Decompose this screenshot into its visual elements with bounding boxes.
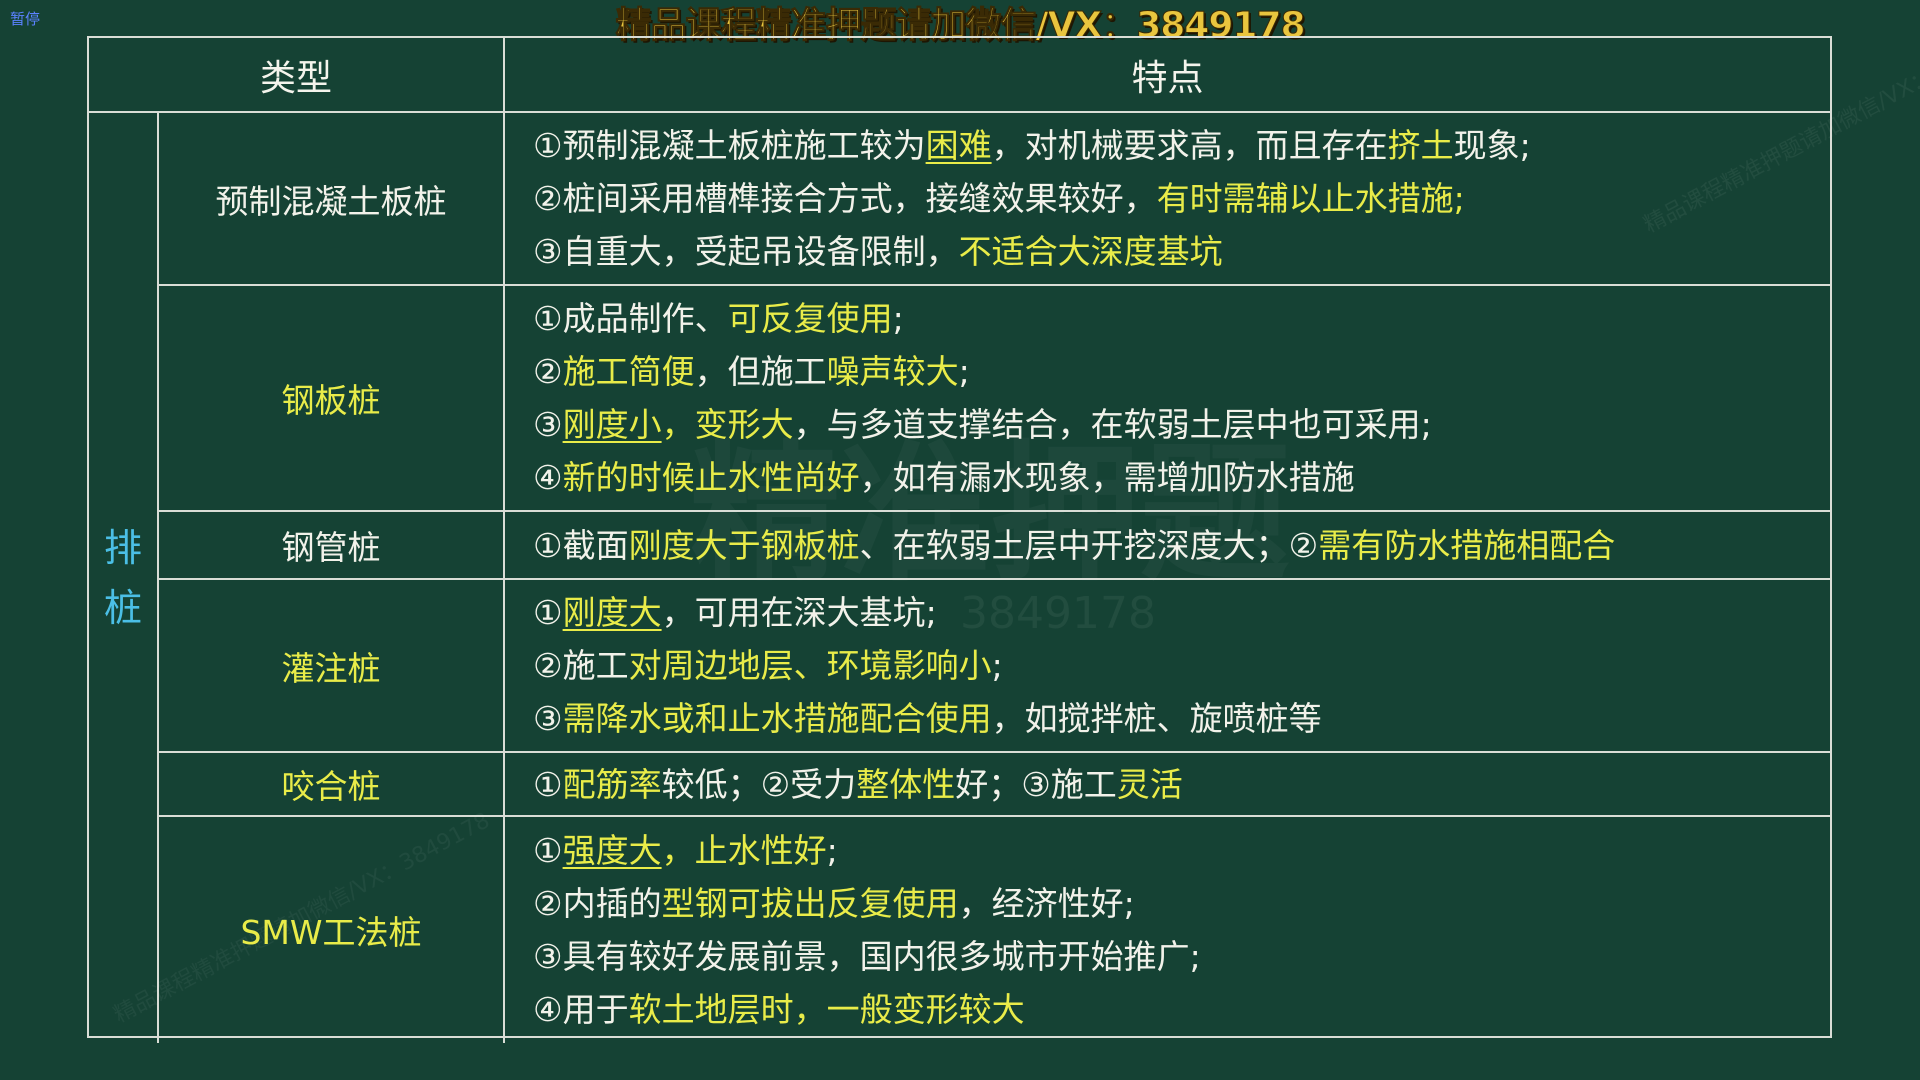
features-cell: ①成品制作、可反复使用; ②施工简便，但施工噪声较大; ③刚度小，变形大，与多道支撑… <box>505 286 1830 512</box>
feature-text: ①预制混凝土板桩施工较为 <box>533 126 926 165</box>
highlighted-text: 噪声较大 <box>826 352 959 391</box>
pile-type-table: 类型 特点 排 桩 预制混凝土板桩 ①预制混凝土板桩施工较为困难，对机械要求高，… <box>87 36 1832 1043</box>
feature-text: ，如有漏水现象，需增加防水措施 <box>859 458 1355 497</box>
highlighted-text: 可反复使用 <box>727 299 893 338</box>
type-cell: 咬合桩 <box>159 753 505 817</box>
header-features: 特点 <box>505 38 1830 113</box>
feature-line: ②施工简便，但施工噪声较大; <box>533 345 970 398</box>
feature-line: ①截面刚度大于钢板桩、在软弱土层中开挖深度大；②需有防水措施相配合 <box>533 519 1615 572</box>
feature-text: ; <box>991 646 1003 685</box>
feature-text: ，与多道支撑结合，在软弱土层中也可采用; <box>793 405 1432 444</box>
feature-text: 、在软弱土层中开挖深度大；② <box>859 525 1319 565</box>
feature-text: ，对机械要求高，而且存在 <box>991 126 1388 165</box>
feature-text: ③自重大，受起吊设备限制， <box>533 232 959 271</box>
feature-text: ① <box>533 764 563 804</box>
feature-text: ①截面 <box>533 525 629 565</box>
feature-text: ，如搅拌桩、旋喷桩等 <box>991 699 1322 738</box>
feature-line: ①配筋率较低；②受力整体性好；③施工灵活 <box>533 758 1183 811</box>
feature-text: ，经济性好; <box>958 884 1135 923</box>
feature-text: ④ <box>533 458 563 497</box>
highlighted-text: 刚度大于钢板桩 <box>628 525 860 565</box>
features-cell: ①刚度大，可用在深大基坑; ②施工对周边地层、环境影响小; ③需降水或和止水措施配合… <box>505 580 1830 753</box>
feature-text: ，可用在深大基坑; <box>661 593 937 632</box>
features-cell: ①配筋率较低；②受力整体性好；③施工灵活 <box>505 753 1830 817</box>
feature-line: ③自重大，受起吊设备限制，不适合大深度基坑 <box>533 225 1223 278</box>
highlighted-text: 整体性 <box>856 764 956 804</box>
type-cell: 灌注桩 <box>159 580 505 753</box>
feature-line: ②施工对周边地层、环境影响小; <box>533 639 1003 692</box>
feature-text: ②内插的 <box>533 884 662 923</box>
feature-line: ①预制混凝土板桩施工较为困难，对机械要求高，而且存在挤土现象; <box>533 119 1531 172</box>
feature-text: ; <box>958 352 970 391</box>
feature-line: ②内插的型钢可拔出反复使用，经济性好; <box>533 877 1135 930</box>
type-cell: 钢板桩 <box>159 286 505 512</box>
highlighted-text: 软土地层时，一般变形较大 <box>628 990 1025 1029</box>
feature-text: ④用于 <box>533 990 629 1029</box>
feature-text: ① <box>533 831 563 870</box>
highlighted-text: 有时需辅以止水措施; <box>1156 179 1465 218</box>
highlighted-text: ， <box>661 831 695 870</box>
highlighted-text: 需有防水措施相配合 <box>1318 525 1616 565</box>
features-cell: ①强度大，止水性好; ②内插的型钢可拔出反复使用，经济性好; ③具有较好发展前景，国… <box>505 817 1830 1043</box>
feature-text: ③ <box>533 699 563 738</box>
highlighted-text: 新的时候止水性尚好 <box>562 458 860 497</box>
highlighted-text: 配筋率 <box>562 764 662 804</box>
highlighted-text: ， <box>661 405 695 444</box>
highlighted-text: 刚度大 <box>562 593 662 632</box>
feature-text: ; <box>826 831 838 870</box>
category-char: 排 <box>103 526 142 570</box>
type-cell: 预制混凝土板桩 <box>159 113 505 286</box>
highlighted-text: 需降水或和止水措施配合使用 <box>562 699 992 738</box>
feature-text: ，但施工 <box>694 352 827 391</box>
highlighted-text: 困难 <box>925 126 992 165</box>
type-cell: SMW工法桩 <box>159 817 505 1043</box>
highlighted-text: 对周边地层、环境影响小 <box>628 646 992 685</box>
highlighted-text: 灵活 <box>1116 764 1183 804</box>
header-type: 类型 <box>89 38 505 113</box>
highlighted-text: 挤土 <box>1387 126 1454 165</box>
feature-line: ①刚度大，可用在深大基坑; <box>533 586 937 639</box>
feature-text: 现象; <box>1453 126 1531 165</box>
category-char: 桩 <box>103 586 142 630</box>
features-cell: ①预制混凝土板桩施工较为困难，对机械要求高，而且存在挤土现象; ②桩间采用槽榫接合… <box>505 113 1830 286</box>
feature-line: ②桩间采用槽榫接合方式，接缝效果较好，有时需辅以止水措施; <box>533 172 1465 225</box>
feature-line: ③刚度小，变形大，与多道支撑结合，在软弱土层中也可采用; <box>533 398 1432 451</box>
features-cell: ①截面刚度大于钢板桩、在软弱土层中开挖深度大；②需有防水措施相配合 <box>505 512 1830 580</box>
feature-text: ①成品制作、 <box>533 299 728 338</box>
feature-text: ②施工 <box>533 646 629 685</box>
highlighted-text: 强度大 <box>562 831 662 870</box>
highlighted-text: 变形大 <box>694 405 794 444</box>
feature-line: ③具有较好发展前景，国内很多城市开始推广; <box>533 930 1201 983</box>
feature-text: ① <box>533 593 563 632</box>
category-cell: 排 桩 <box>89 113 159 1043</box>
highlighted-text: 刚度小 <box>562 405 662 444</box>
feature-text: ② <box>533 352 563 391</box>
feature-line: ④新的时候止水性尚好，如有漏水现象，需增加防水措施 <box>533 451 1355 504</box>
feature-text: ③ <box>533 405 563 444</box>
feature-line: ①强度大，止水性好; <box>533 824 838 877</box>
feature-text: ③具有较好发展前景，国内很多城市开始推广; <box>533 937 1201 976</box>
highlighted-text: 施工简便 <box>562 352 695 391</box>
highlighted-text: 止水性好 <box>694 831 827 870</box>
feature-text: ②桩间采用槽榫接合方式，接缝效果较好， <box>533 179 1157 218</box>
highlighted-text: 不适合大深度基坑 <box>958 232 1223 271</box>
feature-line: ④用于软土地层时，一般变形较大 <box>533 983 1025 1036</box>
feature-text: 好；③施工 <box>955 764 1117 804</box>
type-cell: 钢管桩 <box>159 512 505 580</box>
feature-text: 较低；②受力 <box>661 764 857 804</box>
feature-line: ③需降水或和止水措施配合使用，如搅拌桩、旋喷桩等 <box>533 692 1322 745</box>
feature-line: ①成品制作、可反复使用; <box>533 292 904 345</box>
feature-text: ; <box>892 299 904 338</box>
highlighted-text: 型钢可拔出反复使用 <box>661 884 959 923</box>
